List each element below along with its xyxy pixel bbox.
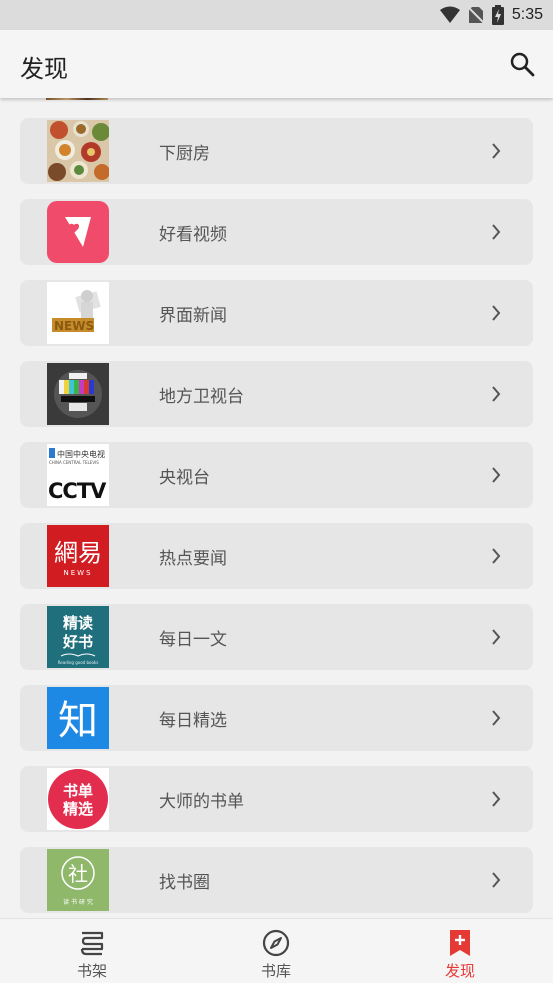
chevron-right-icon [492,467,501,483]
partial-thumbnail [46,98,108,100]
source-label: 好看视频 [159,225,227,245]
source-label: 找书圈 [159,873,210,893]
source-label: 每日一文 [159,630,227,650]
source-label: 界面新闻 [159,306,227,326]
shudan-logo-text: 书单 [63,782,93,800]
status-icons: 5:35 [439,4,543,26]
source-card-daily-article[interactable]: 精读 好书 Reading good books 每日一文 [20,604,533,670]
tab-library[interactable]: 书库 [216,919,336,983]
jingdu-logo: 精读 好书 Reading good books [47,606,109,668]
svg-text:NEWS: NEWS [54,319,94,333]
zhihu-logo-text: 知 [58,698,98,744]
bookshelf-icon [80,931,104,956]
source-label: 热点要闻 [159,549,227,569]
cctv-logo-text: 中国中央电视 [57,449,105,459]
status-bar: 5:35 [0,0,553,30]
chevron-right-icon [492,305,501,321]
cctv-logo-subtext: CHINA CENTRAL TELEVIS [49,460,99,465]
news-figure-thumbnail: NEWS [47,282,109,344]
chevron-right-icon [492,629,501,645]
source-card-book-circle[interactable]: 社 读 书 研 究 找书圈 [20,847,533,913]
she-logo-subtext: 读 书 研 究 [63,898,93,906]
compass-icon [262,929,290,957]
netease-logo-text: 網易 [54,539,102,567]
search-icon[interactable] [509,51,535,77]
tab-bookshelf[interactable]: 书架 [32,919,152,983]
chevron-right-icon [492,143,501,159]
cctv-logo: 中国中央电视 CHINA CENTRAL TELEVIS CCTV [47,444,109,506]
tab-label: 发现 [444,962,475,980]
source-card-haokan[interactable]: 好看视频 [20,199,533,265]
netease-logo-subtext: NEWS [63,569,92,577]
source-card-netease[interactable]: 網易 NEWS 热点要闻 [20,523,533,589]
source-card-master-booklist[interactable]: 书单 精选 大师的书单 [20,766,533,832]
source-card-daily-picks[interactable]: 知 每日精选 [20,685,533,751]
shudan-logo: 书单 精选 [47,768,109,830]
chevron-right-icon [492,548,501,564]
source-list-scroll[interactable]: 下厨房 好看视频 NEWS 界面新闻 地方卫视台 中国中央电视 CHINA CE… [0,98,553,918]
page-title: 发现 [20,55,68,83]
source-card-local-tv[interactable]: 地方卫视台 [20,361,533,427]
food-collage-thumbnail [47,120,109,182]
source-label: 每日精选 [159,711,227,731]
source-label: 地方卫视台 [159,387,244,407]
source-card-jiemian[interactable]: NEWS 界面新闻 [20,280,533,346]
source-label: 大师的书单 [159,792,244,812]
status-time: 5:35 [511,6,543,23]
jingdu-logo-subtext: Reading good books [58,660,99,665]
tab-label: 书库 [260,962,291,980]
app-bar: 发现 [0,30,553,98]
she-logo-text: 社 [68,862,88,886]
tab-label: 书架 [76,962,107,980]
cctv-logo-main: CCTV [48,479,107,503]
source-label: 下厨房 [159,144,210,164]
source-list: 下厨房 好看视频 NEWS 界面新闻 地方卫视台 中国中央电视 CHINA CE… [20,118,533,918]
zhihu-logo: 知 [47,687,109,749]
source-label: 央视台 [159,468,210,488]
source-card-xiachufang[interactable]: 下厨房 [20,118,533,184]
battery-charging-icon [491,5,504,25]
tab-discover[interactable]: 发现 [400,919,520,983]
bookmark-plus-icon [450,930,470,956]
chevron-right-icon [492,710,501,726]
shudan-logo-text2: 精选 [63,800,93,818]
no-sim-icon [467,6,484,24]
wifi-icon [439,6,460,23]
chevron-right-icon [492,386,501,402]
haokan-logo [47,201,109,263]
jingdu-logo-text: 精读 [63,614,93,632]
source-card-cctv[interactable]: 中国中央电视 CHINA CENTRAL TELEVIS CCTV 央视台 [20,442,533,508]
tv-test-pattern-thumbnail [47,363,109,425]
netease-news-logo: 網易 NEWS [47,525,109,587]
chevron-right-icon [492,791,501,807]
chevron-right-icon [492,872,501,888]
bottom-nav: 书架 书库 发现 [0,918,553,983]
chevron-right-icon [492,224,501,240]
jingdu-logo-text2: 好书 [62,633,93,651]
she-logo: 社 读 书 研 究 [47,849,109,911]
